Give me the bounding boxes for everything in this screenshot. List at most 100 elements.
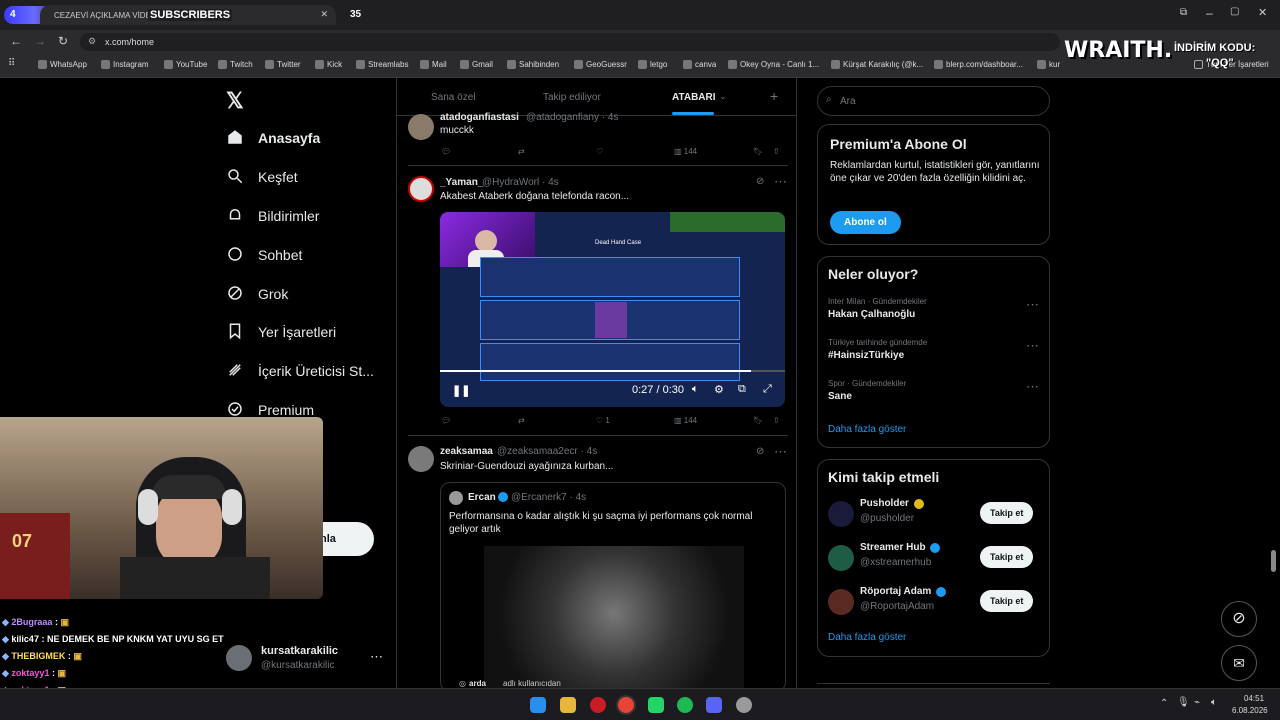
avatar[interactable] bbox=[828, 545, 854, 571]
whatsapp-icon[interactable] bbox=[648, 697, 664, 713]
bookmark-item[interactable]: Gmail bbox=[460, 60, 493, 69]
share-icon[interactable]: ⇧ bbox=[773, 416, 780, 425]
trends-more-link[interactable]: Daha fazla göster bbox=[828, 424, 906, 435]
follow-button[interactable]: Takip et bbox=[980, 590, 1034, 612]
trend-name[interactable]: Hakan Çalhanoğlu bbox=[828, 309, 915, 320]
bookmark-item[interactable]: Sahibinden bbox=[507, 60, 559, 69]
more-icon[interactable]: ⋯ bbox=[774, 174, 787, 190]
trend-name[interactable]: #HainsizTürkiye bbox=[828, 350, 904, 361]
pause-icon[interactable]: ❚❚ bbox=[452, 384, 470, 397]
pip-icon[interactable]: ⧉ bbox=[738, 383, 746, 396]
bookmark-item[interactable]: kur bbox=[1037, 60, 1060, 69]
bookmark-item[interactable]: blerp.com/dashboar... bbox=[934, 60, 1023, 69]
bookmark-item[interactable]: Kürşat Karakılıç (@k... bbox=[831, 60, 923, 69]
follow-name[interactable]: Pusholder bbox=[860, 498, 909, 509]
grok-float-icon[interactable]: ⊘ bbox=[1221, 601, 1257, 637]
more-icon[interactable]: ⋯ bbox=[1026, 297, 1039, 313]
volume-icon[interactable]: 🔈︎ bbox=[1211, 697, 1217, 708]
tray-up-icon[interactable]: ⌃ bbox=[1160, 698, 1168, 709]
quote-image[interactable] bbox=[484, 546, 744, 691]
views-icon[interactable]: ▥ 144 bbox=[674, 416, 697, 425]
views-icon[interactable]: ▥ 144 bbox=[674, 147, 697, 156]
follow-name[interactable]: Streamer Hub bbox=[860, 542, 926, 553]
scrollbar-thumb[interactable] bbox=[1271, 550, 1276, 572]
volume-icon[interactable]: 🔈︎ bbox=[692, 383, 699, 396]
spotify-icon[interactable] bbox=[677, 697, 693, 713]
bookmark-icon[interactable]: 🔖︎ bbox=[753, 147, 763, 156]
nav-item-bell[interactable]: Bildirimler bbox=[226, 204, 319, 228]
chevron-down-icon[interactable]: ⌄ bbox=[719, 91, 727, 102]
network-icon[interactable]: ⌁ bbox=[1194, 697, 1200, 708]
add-list-icon[interactable]: + bbox=[770, 88, 778, 104]
avatar[interactable] bbox=[828, 589, 854, 615]
more-icon[interactable]: ⋯ bbox=[774, 444, 787, 460]
follow-button[interactable]: Takip et bbox=[980, 546, 1034, 568]
grok-icon[interactable]: ⊘ bbox=[756, 446, 764, 457]
url-field[interactable]: ⚙ x.com/home bbox=[80, 33, 1060, 51]
messages-float-icon[interactable]: ✉ bbox=[1221, 645, 1257, 681]
nav-item-home[interactable]: Anasayfa bbox=[226, 126, 320, 150]
obs-icon[interactable] bbox=[736, 697, 752, 713]
tab-following[interactable]: Takip ediliyor bbox=[543, 92, 601, 103]
video-player[interactable]: Dead Hand Case ❚❚ 0:27 / 0:30 🔈︎ ⚙ ⧉ ⤢ bbox=[440, 212, 785, 407]
share-icon[interactable]: ⇧ bbox=[773, 147, 780, 156]
nav-item-grok[interactable]: Grok bbox=[226, 282, 288, 306]
bookmark-item[interactable]: canva bbox=[683, 60, 716, 69]
nav-item-search[interactable]: Keşfet bbox=[226, 165, 298, 189]
reply-icon[interactable]: 💬︎ bbox=[441, 147, 451, 156]
bookmark-icon[interactable]: 🔖︎ bbox=[753, 416, 763, 425]
close-window-icon[interactable]: ✕ bbox=[1258, 6, 1267, 19]
bookmark-item[interactable]: YouTube bbox=[164, 60, 207, 69]
grok-icon[interactable]: ⊘ bbox=[756, 176, 764, 187]
avatar[interactable] bbox=[828, 501, 854, 527]
post[interactable]: atadoganfiastasi @atadoganfiany · 4s muc… bbox=[408, 112, 788, 166]
bookmark-item[interactable]: letgo bbox=[638, 60, 667, 69]
maximize-icon[interactable]: ▢ bbox=[1230, 6, 1239, 17]
bookmark-item[interactable]: Kick bbox=[315, 60, 342, 69]
bookmark-item[interactable]: WhatsApp bbox=[38, 60, 87, 69]
settings-icon[interactable]: ⚙ bbox=[714, 383, 724, 396]
bookmark-item[interactable]: Twitter bbox=[265, 60, 301, 69]
apps-icon[interactable]: ⠿ bbox=[8, 58, 15, 69]
more-icon[interactable]: ⋯ bbox=[370, 649, 383, 665]
tab-for-you[interactable]: Sana özel bbox=[431, 92, 475, 103]
site-info-icon[interactable]: ⚙ bbox=[88, 36, 96, 47]
file-explorer-icon[interactable] bbox=[560, 697, 576, 713]
bookmark-item[interactable]: GeoGuessr bbox=[574, 60, 627, 69]
bookmark-item[interactable]: Instagram bbox=[101, 60, 149, 69]
nav-item-bookmark[interactable]: Yer İşaretleri bbox=[226, 320, 336, 344]
like-icon[interactable]: ♡ 1 bbox=[596, 416, 610, 425]
bookmark-item[interactable]: Mail bbox=[420, 60, 447, 69]
start-icon[interactable] bbox=[530, 697, 546, 713]
like-icon[interactable]: ♡ bbox=[596, 147, 603, 156]
trend-name[interactable]: Sane bbox=[828, 391, 852, 402]
search-input[interactable]: ⌕ Ara bbox=[817, 86, 1050, 116]
reload-icon[interactable]: ↻ bbox=[58, 34, 68, 48]
bookmark-item[interactable]: Streamlabs bbox=[356, 60, 408, 69]
bookmark-item[interactable]: Twitch bbox=[218, 60, 253, 69]
more-icon[interactable]: ⋯ bbox=[1026, 379, 1039, 395]
minimize-icon[interactable]: – bbox=[1206, 6, 1213, 20]
discord-icon[interactable] bbox=[706, 697, 722, 713]
fullscreen-icon[interactable]: ⤢ bbox=[763, 383, 772, 396]
x-logo-icon[interactable]: 𝕏 bbox=[226, 88, 244, 114]
post[interactable]: zeaksamaa @zeaksamaa2ecr · 4s ⊘ ⋯ Skrini… bbox=[408, 438, 788, 692]
back-icon[interactable]: ← bbox=[10, 34, 22, 48]
tab-atabari[interactable]: ATABARI bbox=[672, 92, 716, 103]
post[interactable]: _Yaman_ @HydraWorl · 4s ⊘ ⋯ Akabest Atab… bbox=[408, 168, 788, 436]
opera-icon[interactable] bbox=[590, 697, 606, 713]
reply-icon[interactable]: 💬︎ bbox=[441, 416, 451, 425]
window-icon[interactable]: ⧉ bbox=[1180, 7, 1187, 18]
wtf-more-link[interactable]: Daha fazla göster bbox=[828, 632, 906, 643]
forward-icon[interactable]: → bbox=[34, 34, 46, 48]
repost-icon[interactable]: ⇄ bbox=[518, 416, 525, 425]
nav-item-chat[interactable]: Sohbet bbox=[226, 243, 302, 267]
progress-track[interactable] bbox=[440, 370, 785, 372]
account-switcher[interactable]: kursatkarakilic @kursatkarakilic ⋯ bbox=[226, 643, 386, 675]
mic-icon[interactable]: 🎙︎ bbox=[1177, 697, 1190, 708]
follow-button[interactable]: Takip et bbox=[980, 502, 1034, 524]
chrome-icon[interactable] bbox=[618, 697, 634, 713]
close-tab-icon[interactable]: ✕ bbox=[320, 9, 328, 20]
follow-name[interactable]: Röportaj Adam bbox=[860, 586, 931, 597]
nav-item-rocket[interactable]: İçerik Üreticisi St... bbox=[226, 359, 374, 383]
